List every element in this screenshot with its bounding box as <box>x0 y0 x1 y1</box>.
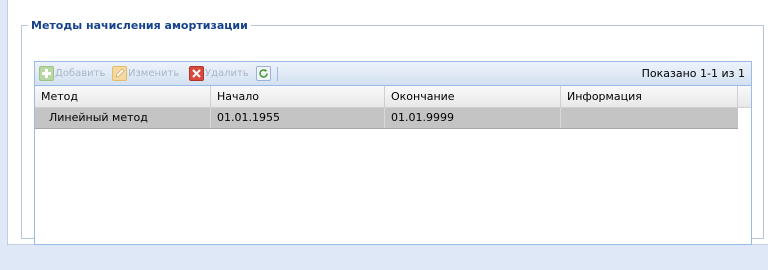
bottom-area <box>0 246 768 270</box>
edit-button-label: Изменить <box>128 68 180 79</box>
delete-button-label: Удалить <box>205 68 249 79</box>
cell-method: Линейный метод <box>35 108 211 128</box>
column-header-end[interactable]: Окончание <box>385 86 561 107</box>
top-strip <box>8 0 768 16</box>
page: Методы начисления амортизации Добавить И… <box>0 0 768 270</box>
form-panel: Методы начисления амортизации Добавить И… <box>8 0 768 245</box>
left-border <box>0 0 8 270</box>
amortization-methods-grid: Добавить Изменить Удалить Показано 1-1 и… <box>34 61 752 245</box>
column-header-filler <box>738 86 751 107</box>
delete-button[interactable]: Удалить <box>189 65 249 82</box>
add-button[interactable]: Добавить <box>39 65 105 82</box>
cell-info <box>561 108 738 128</box>
fieldset-title: Методы начисления амортизации <box>31 19 248 32</box>
edit-button[interactable]: Изменить <box>112 65 179 82</box>
grid-toolbar: Добавить Изменить Удалить Показано 1-1 и… <box>35 62 751 86</box>
cell-start: 01.01.1955 <box>211 108 385 128</box>
edit-icon <box>112 66 127 81</box>
refresh-icon <box>258 68 269 79</box>
column-header-method[interactable]: Метод <box>35 86 211 107</box>
add-button-label: Добавить <box>55 68 106 79</box>
column-header-start[interactable]: Начало <box>211 86 385 107</box>
column-header-info[interactable]: Информация <box>561 86 738 107</box>
grid-header: Метод Начало Окончание Информация <box>35 86 751 108</box>
refresh-button[interactable] <box>256 66 271 81</box>
cell-end: 01.01.9999 <box>385 108 561 128</box>
add-icon <box>39 66 54 81</box>
amortization-methods-fieldset: Методы начисления амортизации Добавить И… <box>21 19 764 245</box>
toolbar-separator <box>277 67 278 81</box>
delete-icon <box>189 66 204 81</box>
paging-info: Показано 1-1 из 1 <box>641 67 745 80</box>
table-row[interactable]: Линейный метод 01.01.1955 01.01.9999 <box>35 108 738 129</box>
